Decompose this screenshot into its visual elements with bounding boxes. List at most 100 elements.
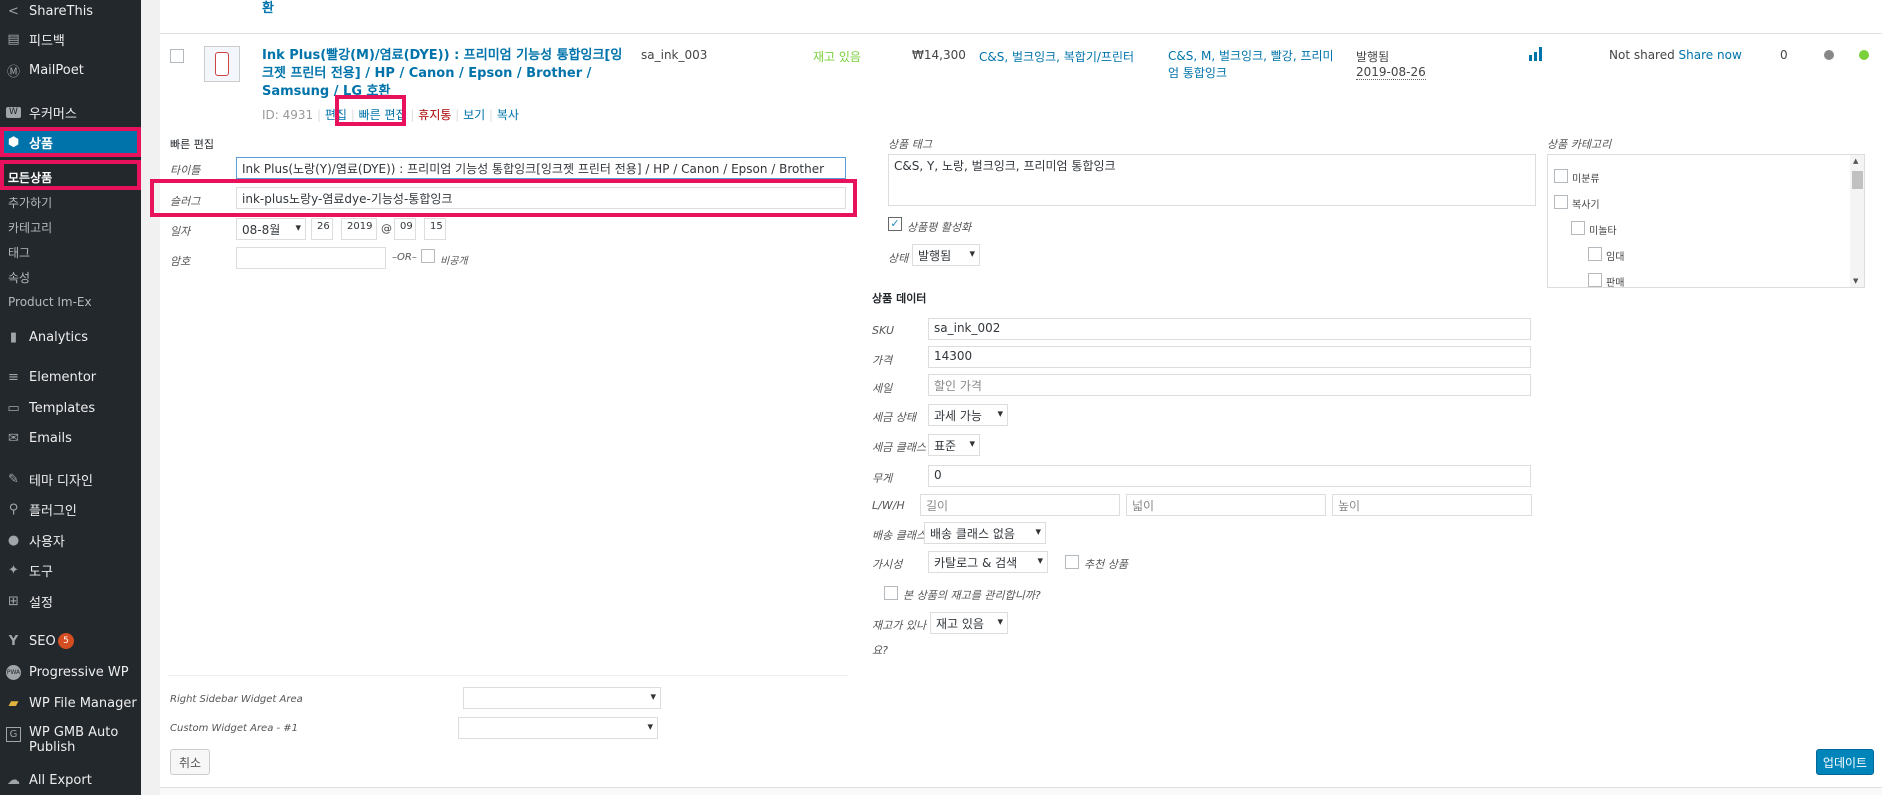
private-checkbox[interactable] <box>421 249 435 263</box>
category-label: 미놀타 <box>1589 226 1617 237</box>
password-input[interactable] <box>236 247 386 269</box>
status-select[interactable]: 발행됨 <box>912 244 980 266</box>
submenu-add-new[interactable]: 추가하기 <box>0 190 141 214</box>
title-input[interactable]: Ink Plus(노랑(Y)/염료(DYE)) : 프리미엄 기능성 통합잉크[… <box>236 157 846 179</box>
private-label: 비공개 <box>440 256 468 267</box>
menu-elementor[interactable]: ≡ Elementor <box>0 363 141 391</box>
sku-input[interactable]: sa_ink_002 <box>928 318 1531 340</box>
view-link[interactable]: 보기 <box>463 108 485 122</box>
woocommerce-icon: W <box>6 106 21 118</box>
menu-wp-gmb-auto-publish[interactable]: G WP GMB Auto Publish <box>0 720 141 760</box>
menu-tools[interactable]: ✦ 도구 <box>0 556 141 584</box>
sidebar-widget-select[interactable] <box>463 687 661 709</box>
featured-checkbox[interactable] <box>1065 555 1079 569</box>
prev-row-title-tail[interactable]: 환 <box>262 0 274 16</box>
menu-sharethis[interactable]: < ShareThis <box>0 0 141 25</box>
feedback-icon: ▤ <box>7 31 20 47</box>
minute-input[interactable]: 15 <box>424 218 446 240</box>
in-stock-select[interactable]: 재고 있음 <box>930 612 1008 634</box>
weight-input[interactable]: 0 <box>928 465 1531 487</box>
submenu-all-products[interactable]: 모든상품 <box>0 165 141 189</box>
quick-edit-panel: 빠른 편집 타이틀 Ink Plus(노랑(Y)/염료(DYE)) : 프리미엄… <box>168 128 1874 778</box>
category-checkbox[interactable] <box>1554 169 1568 183</box>
menu-users[interactable]: ● 사용자 <box>0 526 141 554</box>
menu-settings[interactable]: ⊞ 설정 <box>0 587 141 615</box>
category-label: 판매 <box>1606 278 1625 288</box>
menu-emails[interactable]: ✉ Emails <box>0 424 141 452</box>
edit-link[interactable]: 편집 <box>325 108 347 122</box>
menu-progressive-wp[interactable]: PWA Progressive WP <box>0 658 141 686</box>
menu-mailpoet[interactable]: Ⓜ MailPoet <box>0 56 141 84</box>
manage-stock-checkbox[interactable] <box>884 586 898 600</box>
hour-input[interactable]: 09 <box>394 218 416 240</box>
quick-edit-link[interactable]: 빠른 편집 <box>359 108 407 122</box>
tax-class-select[interactable]: 표준 <box>928 434 980 456</box>
in-stock-label: 재고가 있나 <box>872 619 927 632</box>
comments-checkbox[interactable]: ✓ <box>888 217 902 231</box>
weight-label: 무게 <box>872 472 893 485</box>
at-text: @ <box>381 222 392 235</box>
lwh-label: L/W/H <box>872 499 905 512</box>
menu-wp-file-manager[interactable]: ▰ WP File Manager <box>0 689 141 717</box>
category-checkbox[interactable] <box>1571 221 1585 235</box>
stats-bar-icon[interactable] <box>1529 47 1545 61</box>
category-scrollbar[interactable]: ▲ ▼ <box>1850 155 1864 287</box>
update-button[interactable]: 업데이트 <box>1816 749 1874 775</box>
month-select[interactable]: 08-8월 <box>236 218 306 240</box>
share-now-link[interactable]: Share now <box>1679 48 1742 62</box>
width-input[interactable]: 넓이 <box>1126 494 1326 516</box>
menu-feedback[interactable]: ▤ 피드백 <box>0 25 141 53</box>
menu-plugins[interactable]: ⚲ 플러그인 <box>0 495 141 523</box>
product-tags-textarea[interactable]: C&S, Y, 노랑, 벌크잉크, 프리미엄 통합잉크 <box>888 154 1536 206</box>
menu-analytics[interactable]: ▮ Analytics <box>0 323 141 351</box>
category-checkbox[interactable] <box>1588 273 1602 287</box>
shipping-class-label: 배송 클래스 <box>872 529 927 542</box>
custom-widget-select[interactable] <box>458 717 658 739</box>
title-label: 타이틀 <box>170 164 201 177</box>
shipping-class-select[interactable]: 배송 클래스 없음 <box>924 522 1046 544</box>
cancel-button[interactable]: 취소 <box>170 749 210 775</box>
product-title-link[interactable]: Ink Plus(빨강(M)/염료(DYE)) : 프리미엄 기능성 통합잉크[… <box>262 47 634 101</box>
elementor-icon: ≡ <box>8 369 19 385</box>
submenu-tags[interactable]: 태그 <box>0 240 141 264</box>
copy-link[interactable]: 복사 <box>497 108 519 122</box>
year-input[interactable]: 2019 <box>341 218 377 240</box>
product-thumbnail[interactable] <box>204 46 240 82</box>
category-checkbox[interactable] <box>1554 195 1568 209</box>
publish-status: 발행됨 <box>1356 50 1390 64</box>
product-categories[interactable]: C&S, 벌크잉크, 복합기/프린터 <box>979 48 1134 65</box>
price-input[interactable]: 14300 <box>928 346 1531 368</box>
trash-link[interactable]: 휴지통 <box>418 108 451 122</box>
menu-appearance[interactable]: ✎ 테마 디자인 <box>0 465 141 493</box>
or-text: –OR– <box>392 252 417 263</box>
share-icon: < <box>8 3 19 19</box>
yoast-icon: Y <box>8 633 19 649</box>
submenu-product-im-ex[interactable]: Product Im-Ex <box>0 290 141 314</box>
product-tags[interactable]: C&S, M, 벌크잉크, 빨강, 프리미엄 통합잉크 <box>1168 48 1340 82</box>
submenu-attributes[interactable]: 속성 <box>0 265 141 289</box>
slug-input[interactable]: ink-plus노랑y-염료dye-기능성-통합잉크 <box>236 187 846 209</box>
visibility-select[interactable]: 카탈로그 & 검색 <box>928 551 1048 573</box>
menu-products[interactable]: ⬢ 상품 <box>0 130 141 154</box>
day-input[interactable]: 26 <box>311 218 333 240</box>
menu-templates[interactable]: ▭ Templates <box>0 394 141 422</box>
status-dot-icon <box>1824 50 1834 60</box>
menu-woocommerce[interactable]: W 우커머스 <box>0 98 141 126</box>
menu-seo[interactable]: Y SEO 5 <box>0 627 141 655</box>
share-cell: Not shared Share now <box>1609 48 1742 62</box>
product-price: ₩14,300 <box>912 48 966 62</box>
row-checkbox[interactable] <box>170 49 184 63</box>
wrench-icon: ✦ <box>8 562 19 578</box>
menu-all-export[interactable]: ☁ All Export <box>0 766 141 794</box>
ink-bottle-icon <box>215 52 229 76</box>
tax-status-select[interactable]: 과세 가능 <box>928 404 1008 426</box>
category-checkbox[interactable] <box>1588 247 1602 261</box>
sidebar-widget-label: Right Sidebar Widget Area <box>170 694 303 705</box>
submenu-categories[interactable]: 카테고리 <box>0 215 141 239</box>
admin-sidebar: < ShareThis ▤ 피드백 Ⓜ MailPoet W 우커머스 ⬢ 상품 모든상품… <box>0 0 141 795</box>
length-input[interactable]: 길이 <box>920 494 1120 516</box>
date-label: 일자 <box>170 225 191 238</box>
sale-price-input[interactable]: 할인 가격 <box>928 374 1531 396</box>
settings-icon: ⊞ <box>8 593 19 609</box>
height-input[interactable]: 높이 <box>1332 494 1532 516</box>
